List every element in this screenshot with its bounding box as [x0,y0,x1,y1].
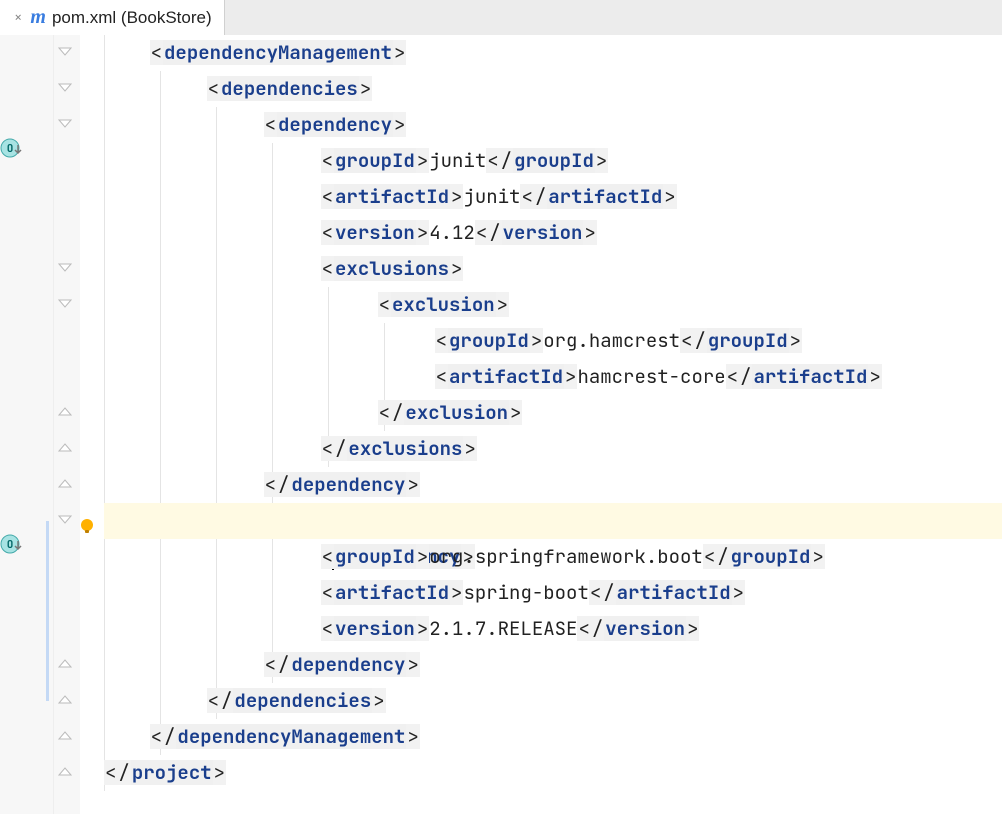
code-line[interactable]: </project> [104,755,1002,791]
fold-icon[interactable] [58,731,72,745]
maven-icon: m [30,6,46,29]
code-line[interactable]: <groupId>junit</groupId> [104,143,1002,179]
code-line[interactable]: </dependencyManagement> [104,719,1002,755]
fold-icon[interactable] [58,515,72,529]
tab-label: pom.xml (BookStore) [52,8,212,28]
fold-icon[interactable] [58,767,72,781]
code-line[interactable]: <dependencies> [104,71,1002,107]
code-line[interactable]: </dependencies> [104,683,1002,719]
fold-gutter [54,35,80,814]
fold-icon[interactable] [58,407,72,421]
tab-pom[interactable]: × m pom.xml (BookStore) [0,0,225,35]
svg-text:O: O [7,538,14,552]
fold-icon[interactable] [58,299,72,313]
editor: O O <dependencyManagement> < [0,35,1002,814]
fold-icon[interactable] [58,47,72,61]
code-line[interactable]: </exclusion> [104,395,1002,431]
code-line-current[interactable]: <dependency> [104,503,1002,539]
override-icon[interactable]: O [0,137,22,159]
fold-icon[interactable] [58,479,72,493]
fold-icon[interactable] [58,659,72,673]
intention-bulb-icon[interactable] [78,511,96,529]
code-line[interactable]: </exclusions> [104,431,1002,467]
fold-icon[interactable] [58,119,72,133]
code-line[interactable]: <version>4.12</version> [104,215,1002,251]
code-line[interactable]: </dependency> [104,467,1002,503]
svg-text:O: O [7,142,14,156]
code-line[interactable]: </dependency> [104,647,1002,683]
close-icon[interactable]: × [12,9,24,27]
code-line[interactable]: <artifactId>junit</artifactId> [104,179,1002,215]
code-line[interactable]: <exclusion> [104,287,1002,323]
override-icon[interactable]: O [0,533,22,555]
gutter: O O [0,35,54,814]
fold-icon[interactable] [58,83,72,97]
code-line[interactable]: <version>2.1.7.RELEASE</version> [104,611,1002,647]
tab-bar: × m pom.xml (BookStore) [0,0,1002,35]
code-line[interactable]: <groupId>org.hamcrest</groupId> [104,323,1002,359]
code-line[interactable]: <groupId>org.springframework.boot</group… [104,539,1002,575]
code-line[interactable]: <dependency> [104,107,1002,143]
code-line[interactable]: <artifactId>hamcrest-core</artifactId> [104,359,1002,395]
fold-icon[interactable] [58,263,72,277]
code-line[interactable]: <exclusions> [104,251,1002,287]
fold-icon[interactable] [58,443,72,457]
fold-icon[interactable] [58,695,72,709]
code-area[interactable]: <dependencyManagement> <dependencies> <d… [80,35,1002,814]
code-line[interactable]: <artifactId>spring-boot</artifactId> [104,575,1002,611]
code-line[interactable]: <dependencyManagement> [104,35,1002,71]
change-marker[interactable] [46,521,49,701]
